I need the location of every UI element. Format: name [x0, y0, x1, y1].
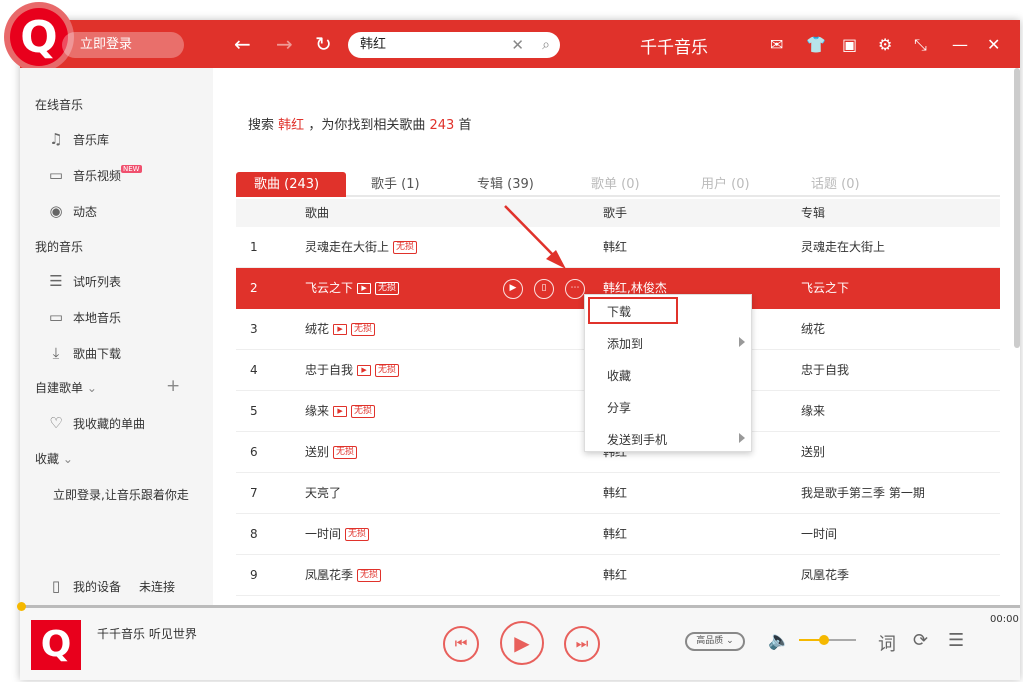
volume-icon[interactable]: 🔈: [768, 630, 790, 651]
play-button[interactable]: ▶: [500, 621, 544, 665]
now-playing: 千千音乐 听见世界: [97, 627, 197, 641]
prev-button[interactable]: ⏮: [443, 626, 479, 662]
scrollbar[interactable]: [1014, 68, 1020, 348]
playlist-icon[interactable]: ☰: [948, 630, 964, 651]
next-button[interactable]: ⏭: [564, 626, 600, 662]
volume-slider[interactable]: [799, 635, 856, 645]
quality-select[interactable]: 高品质 ⌄: [685, 632, 745, 651]
progress-handle[interactable]: [17, 602, 26, 611]
annotation-arrow: [504, 205, 566, 269]
time-readout: 00:00: [990, 614, 1019, 625]
lyrics-button[interactable]: 词: [878, 630, 896, 656]
repeat-icon[interactable]: ⟳: [913, 630, 928, 651]
album-cover[interactable]: Q: [31, 620, 81, 670]
